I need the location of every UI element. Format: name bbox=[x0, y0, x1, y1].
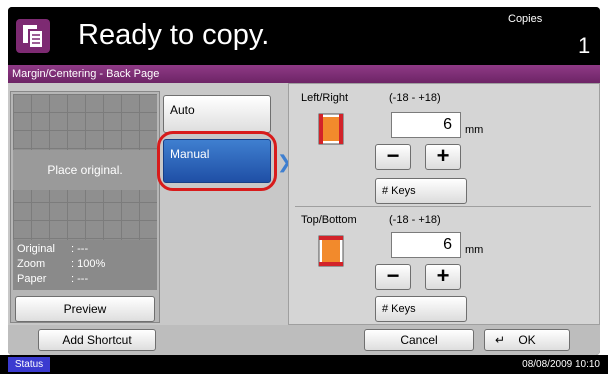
divider bbox=[295, 206, 591, 207]
status-button[interactable]: Status bbox=[8, 357, 50, 372]
datetime: 08/08/2009 10:10 bbox=[522, 359, 600, 370]
enter-icon: ↵ bbox=[495, 333, 506, 347]
add-shortcut-button[interactable]: Add Shortcut bbox=[38, 329, 156, 351]
copies-label: Copies bbox=[508, 13, 543, 25]
preview-button[interactable]: Preview bbox=[15, 296, 155, 322]
info-label: Zoom bbox=[17, 258, 46, 270]
info-row-original: Original : --- bbox=[17, 242, 88, 256]
content-area: Place original. Original : --- Zoom : 10… bbox=[8, 83, 600, 325]
manual-button[interactable]: Manual bbox=[163, 139, 271, 183]
info-value: : --- bbox=[71, 243, 89, 255]
margin-settings-panel: Left/Right (-18 - +18) 6 mm − + # Keys T… bbox=[288, 83, 600, 325]
info-label: Paper bbox=[17, 273, 47, 285]
panel-frame: Ready to copy. Copies 1 Margin/Centering… bbox=[8, 7, 600, 355]
page-title: Ready to copy. bbox=[78, 19, 270, 51]
info-value: : 100% bbox=[71, 258, 106, 270]
auto-button[interactable]: Auto bbox=[163, 95, 271, 133]
screen: Ready to copy. Copies 1 Margin/Centering… bbox=[0, 0, 608, 374]
left-right-value[interactable]: 6 bbox=[391, 112, 461, 138]
left-right-label: Left/Right bbox=[301, 92, 349, 104]
top-bottom-label: Top/Bottom bbox=[301, 214, 357, 226]
top-bottom-keys-button[interactable]: # Keys bbox=[375, 296, 467, 322]
preview-panel: Place original. Original : --- Zoom : 10… bbox=[10, 91, 160, 323]
header: Ready to copy. Copies 1 bbox=[8, 7, 600, 65]
left-right-plus-button[interactable]: + bbox=[425, 144, 461, 170]
left-right-minus-button[interactable]: − bbox=[375, 144, 411, 170]
place-original-text: Place original. bbox=[13, 150, 157, 190]
info-value: : --- bbox=[71, 273, 89, 285]
top-bottom-range: (-18 - +18) bbox=[389, 214, 441, 226]
copy-icon bbox=[16, 19, 50, 53]
footer-bar: Add Shortcut Cancel ↵ OK bbox=[8, 325, 600, 355]
info-row-paper: Paper : --- bbox=[17, 272, 88, 286]
left-right-range: (-18 - +18) bbox=[389, 92, 441, 104]
info-row-zoom: Zoom : 100% bbox=[17, 257, 105, 271]
left-right-margin-icon bbox=[318, 113, 344, 145]
top-bottom-unit: mm bbox=[465, 244, 484, 256]
status-bar: Status 08/08/2009 10:10 bbox=[0, 355, 608, 374]
top-bottom-margin-icon bbox=[318, 235, 344, 267]
mode-selector: Auto Manual ❯ bbox=[157, 91, 292, 323]
info-label: Original bbox=[17, 243, 55, 255]
copies-count: 1 bbox=[578, 33, 591, 58]
cancel-button[interactable]: Cancel bbox=[364, 329, 474, 351]
left-right-unit: mm bbox=[465, 124, 484, 136]
top-bottom-minus-button[interactable]: − bbox=[375, 264, 411, 290]
original-info: Original : --- Zoom : 100% Paper : --- bbox=[13, 240, 157, 290]
top-bottom-plus-button[interactable]: + bbox=[425, 264, 461, 290]
left-right-keys-button[interactable]: # Keys bbox=[375, 178, 467, 204]
ok-label: OK bbox=[518, 333, 536, 347]
breadcrumb: Margin/Centering - Back Page bbox=[8, 65, 600, 83]
ok-button[interactable]: ↵ OK bbox=[484, 329, 570, 351]
top-bottom-value[interactable]: 6 bbox=[391, 232, 461, 258]
